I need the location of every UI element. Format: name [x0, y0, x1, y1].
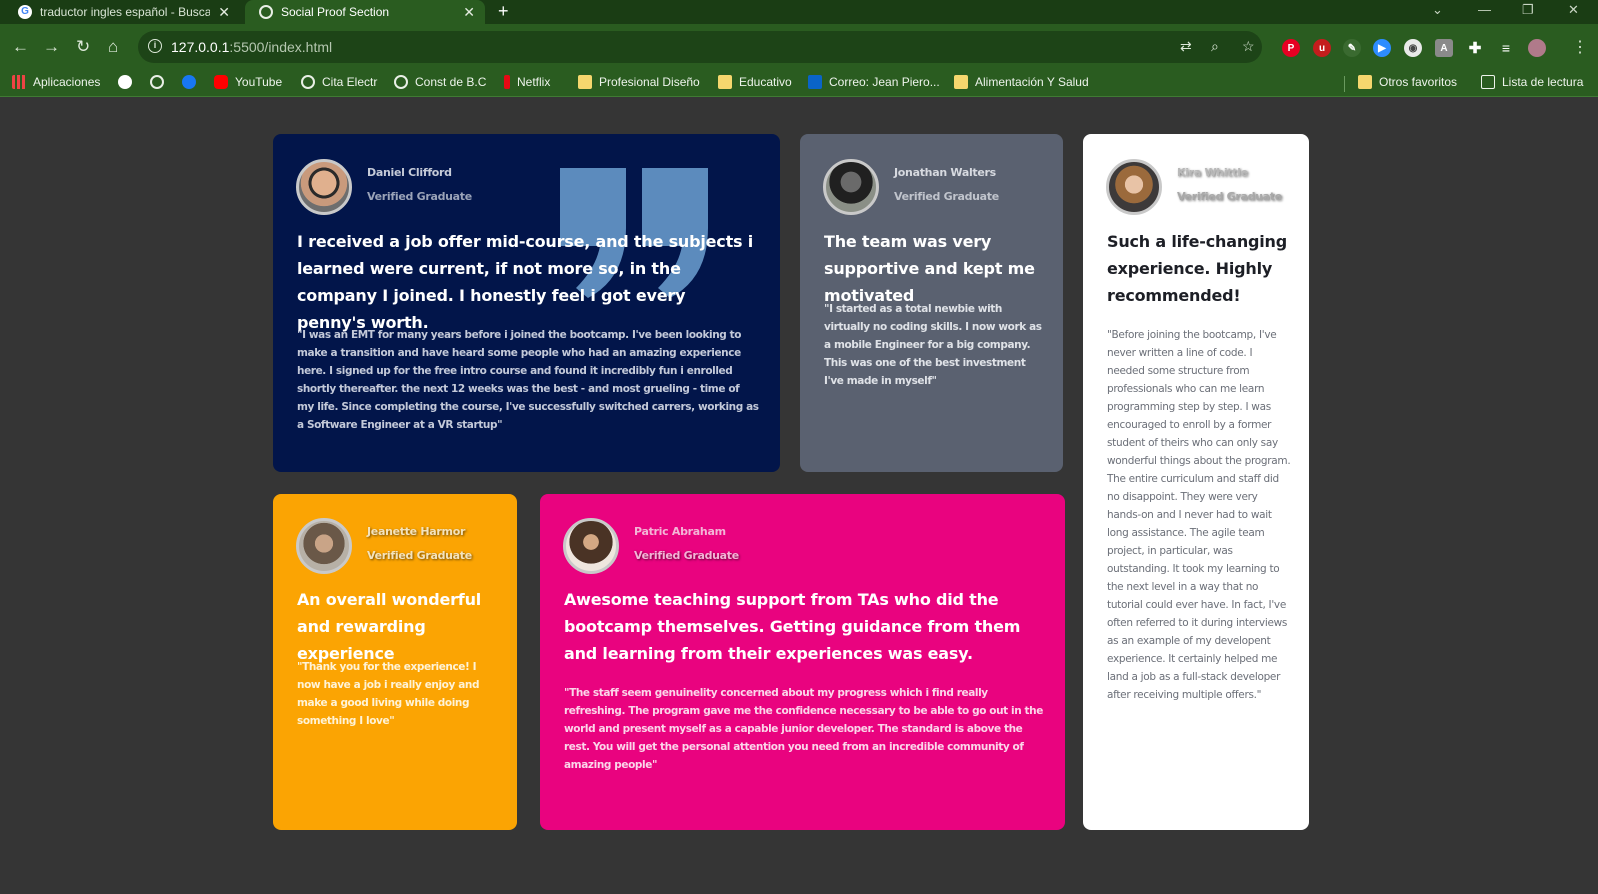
author-name: Kira Whittle — [1177, 166, 1248, 179]
url-text[interactable]: 127.0.0.1:5500/index.html — [171, 39, 332, 55]
globe-icon — [259, 5, 273, 19]
youtube-icon — [214, 75, 228, 89]
bookmarks-divider — [1344, 76, 1345, 92]
site-info-icon[interactable]: i — [148, 39, 162, 53]
testimonial-card-daniel: Daniel Clifford Verified Graduate I rece… — [273, 134, 780, 472]
ublock-icon[interactable]: u — [1313, 39, 1331, 57]
pdf-extension-icon[interactable]: A — [1435, 39, 1453, 57]
testimonial-card-patric: Patric Abraham Verified Graduate Awesome… — [540, 494, 1065, 830]
author-name: Patric Abraham — [634, 525, 726, 538]
netflix-icon — [504, 75, 510, 89]
avatar — [296, 159, 352, 215]
camera-extension-icon[interactable]: ◉ — [1404, 39, 1422, 57]
author-name: Jeanette Harmor — [367, 525, 466, 538]
media-control-icon[interactable]: ≡ — [1497, 39, 1515, 57]
globe-icon — [394, 75, 408, 89]
testimonial-body: "Before joining the bootcamp, I've never… — [1107, 329, 1291, 701]
extensions-puzzle-icon[interactable]: ✚ — [1466, 39, 1484, 57]
bookmark-star-icon[interactable]: ☆ — [1242, 38, 1255, 55]
bookmark-netflix[interactable]: Netflix — [504, 75, 550, 89]
folder-icon — [578, 75, 592, 89]
bookmark-alimentacion[interactable]: Alimentación Y Salud — [954, 75, 1089, 89]
bookmark-globe[interactable] — [150, 75, 171, 89]
folder-icon — [1358, 75, 1372, 89]
testimonial-card-kira: Kira Whittle Verified Graduate Such a li… — [1083, 134, 1309, 830]
testimonial-body: "The staff seem genuinelity concerned ab… — [564, 687, 1043, 771]
bookmark-facebook[interactable] — [182, 75, 203, 89]
tab-search[interactable]: G traductor ingles español - Buscar ✕ — [10, 0, 240, 24]
pen-tool-icon[interactable]: ✎ — [1343, 39, 1361, 57]
testimonial-headline: An overall wonderful and rewarding exper… — [297, 590, 482, 663]
testimonial-body: "I was an EMT for many years before i jo… — [297, 329, 759, 431]
bookmark-google[interactable] — [118, 75, 139, 89]
testimonial-headline: I received a job offer mid-course, and t… — [297, 232, 754, 332]
testimonial-body: "Thank you for the experience! I now hav… — [297, 661, 480, 727]
bookmark-aplicaciones[interactable]: Aplicaciones — [12, 75, 100, 89]
new-tab-button[interactable]: + — [498, 1, 509, 22]
address-bar[interactable]: i 127.0.0.1:5500/index.html ⇄ ⌕ ☆ — [138, 31, 1262, 63]
bookmark-otros-favoritos[interactable]: Otros favoritos — [1358, 75, 1457, 89]
bookmark-educativo[interactable]: Educativo — [718, 75, 792, 89]
close-tab-icon[interactable]: ✕ — [218, 4, 230, 21]
browser-tab-strip: G traductor ingles español - Buscar ✕ So… — [0, 0, 1598, 24]
avatar — [296, 518, 352, 574]
tab-social-proof[interactable]: Social Proof Section ✕ — [245, 0, 485, 24]
reading-list-icon — [1481, 75, 1495, 89]
bookmark-cita-electr[interactable]: Cita Electr — [301, 75, 377, 89]
google-icon — [118, 75, 132, 89]
bookmark-correo[interactable]: Correo: Jean Piero... — [808, 75, 940, 89]
outlook-icon — [808, 75, 822, 89]
reload-icon[interactable]: ↻ — [76, 37, 90, 57]
tab-title: traductor ingles español - Buscar — [40, 5, 210, 19]
tab-title: Social Proof Section — [281, 5, 390, 19]
avatar — [1106, 159, 1162, 215]
apps-grid-icon — [12, 75, 26, 89]
facebook-icon — [182, 75, 196, 89]
browser-toolbar: ← → ↻ ⌂ i 127.0.0.1:5500/index.html ⇄ ⌕ … — [0, 24, 1598, 70]
pinterest-icon[interactable]: P — [1282, 39, 1300, 57]
bookmark-youtube[interactable]: YouTube — [214, 75, 282, 89]
testimonial-headline: Such a life-changing experience. Highly … — [1107, 232, 1287, 305]
author-role: Verified Graduate — [894, 190, 999, 203]
testimonial-headline: The team was very supportive and kept me… — [824, 232, 1035, 305]
globe-icon — [301, 75, 315, 89]
tab-search-dropdown-icon[interactable]: ⌄ — [1432, 2, 1443, 18]
testimonial-headline: Awesome teaching support from TAs who di… — [564, 590, 1021, 663]
zoom-meetings-icon[interactable]: ▶ — [1373, 39, 1391, 57]
author-role: Verified Graduate — [367, 549, 472, 562]
close-tab-icon[interactable]: ✕ — [463, 4, 475, 21]
testimonial-card-jonathan: Jonathan Walters Verified Graduate The t… — [800, 134, 1063, 472]
author-role: Verified Graduate — [367, 190, 472, 203]
avatar — [563, 518, 619, 574]
folder-icon — [718, 75, 732, 89]
close-window-icon[interactable]: ✕ — [1568, 2, 1579, 18]
minimize-icon[interactable]: — — [1478, 2, 1491, 17]
restore-icon[interactable]: ❐ — [1522, 2, 1534, 18]
globe-icon — [150, 75, 164, 89]
testimonial-body: "I started as a total newbie with virtua… — [824, 303, 1042, 387]
testimonial-card-jeanette: Jeanette Harmor Verified Graduate An ove… — [273, 494, 517, 830]
google-icon: G — [18, 5, 32, 19]
author-name: Jonathan Walters — [894, 166, 996, 179]
menu-kebab-icon[interactable]: ⋮ — [1572, 37, 1588, 57]
bookmarks-bar: Aplicaciones YouTube Cita Electr Const d… — [0, 70, 1598, 97]
reading-list-button[interactable]: Lista de lectura — [1481, 75, 1583, 89]
author-role: Verified Graduate — [634, 549, 739, 562]
bookmark-const-bc[interactable]: Const de B.C — [394, 75, 486, 89]
profile-avatar[interactable] — [1528, 39, 1546, 57]
bookmark-profesional-diseno[interactable]: Profesional Diseño — [578, 75, 700, 89]
avatar — [823, 159, 879, 215]
author-name: Daniel Clifford — [367, 166, 452, 179]
zoom-icon[interactable]: ⌕ — [1211, 38, 1219, 55]
back-icon[interactable]: ← — [12, 37, 29, 57]
folder-icon — [954, 75, 968, 89]
author-role: Verified Graduate — [1177, 190, 1282, 203]
forward-icon[interactable]: → — [43, 37, 60, 57]
translate-icon[interactable]: ⇄ — [1180, 38, 1192, 55]
home-icon[interactable]: ⌂ — [108, 37, 118, 57]
